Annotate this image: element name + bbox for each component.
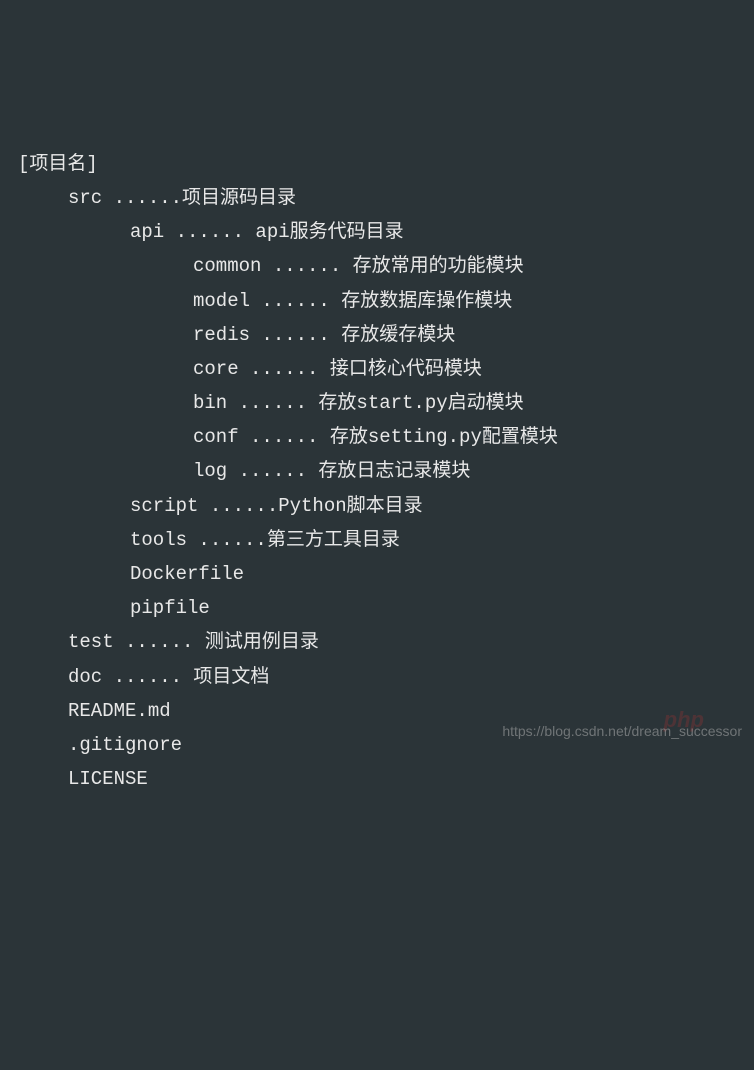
tree-line: redis ...... 存放缓存模块 (18, 318, 736, 352)
tree-line: script ......Python脚本目录 (18, 489, 736, 523)
tree-line: Dockerfile (18, 557, 736, 591)
tree-line: [项目名] (18, 147, 736, 181)
tree-line: log ...... 存放日志记录模块 (18, 454, 736, 488)
tree-line: common ...... 存放常用的功能模块 (18, 249, 736, 283)
tree-line: tools ......第三方工具目录 (18, 523, 736, 557)
tree-line: core ...... 接口核心代码模块 (18, 352, 736, 386)
tree-line: conf ...... 存放setting.py配置模块 (18, 420, 736, 454)
watermark-text: https://blog.csdn.net/dream_successor (502, 719, 742, 744)
tree-line: LICENSE (18, 762, 736, 796)
tree-line: doc ...... 项目文档 (18, 660, 736, 694)
directory-tree: [项目名]src ......项目源码目录api ...... api服务代码目… (18, 147, 736, 797)
tree-line: model ...... 存放数据库操作模块 (18, 284, 736, 318)
tree-line: test ...... 测试用例目录 (18, 625, 736, 659)
tree-line: api ...... api服务代码目录 (18, 215, 736, 249)
tree-line: bin ...... 存放start.py启动模块 (18, 386, 736, 420)
tree-line: pipfile (18, 591, 736, 625)
tree-line: src ......项目源码目录 (18, 181, 736, 215)
